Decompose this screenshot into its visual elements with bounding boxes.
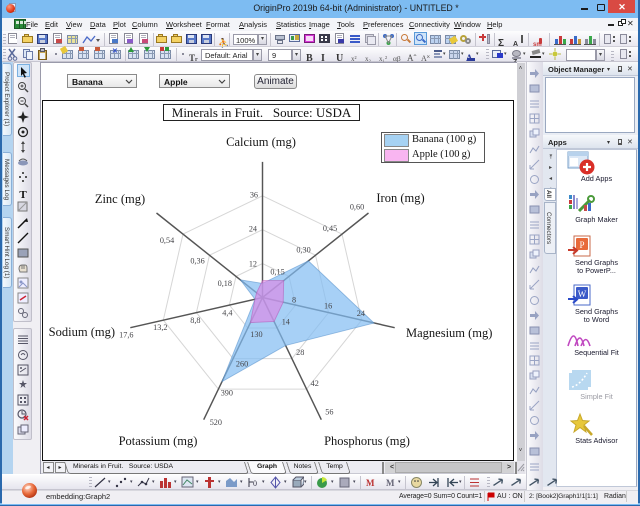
svg-text:0,60: 0,60 xyxy=(350,203,364,212)
svg-text:12: 12 xyxy=(249,259,257,268)
svg-text:Magnesium (mg): Magnesium (mg) xyxy=(406,326,492,340)
svg-text:8,8: 8,8 xyxy=(190,316,200,325)
svg-text:Phosphorus (mg): Phosphorus (mg) xyxy=(324,434,410,448)
svg-text:M: M xyxy=(386,478,395,488)
svg-text:Zinc (mg): Zinc (mg) xyxy=(95,192,145,206)
svg-text:0,45: 0,45 xyxy=(323,224,337,233)
svg-text:56: 56 xyxy=(325,408,333,417)
svg-text:0,54: 0,54 xyxy=(160,236,174,245)
svg-text:16: 16 xyxy=(324,302,332,311)
svg-text:8: 8 xyxy=(292,296,296,305)
svg-text:14: 14 xyxy=(282,318,290,327)
svg-text:0,15: 0,15 xyxy=(270,267,284,276)
svg-text:0,18: 0,18 xyxy=(218,279,232,288)
svg-text:Calcium (mg): Calcium (mg) xyxy=(226,135,296,149)
svg-text:520: 520 xyxy=(210,418,222,427)
svg-text:Iron (mg): Iron (mg) xyxy=(376,191,424,205)
svg-text:260: 260 xyxy=(236,359,248,368)
svg-text:W: W xyxy=(578,289,587,299)
svg-text:390: 390 xyxy=(221,389,233,398)
svg-text:4,4: 4,4 xyxy=(222,309,232,318)
svg-text:130: 130 xyxy=(250,330,262,339)
svg-text:17,6: 17,6 xyxy=(119,331,133,340)
svg-text:M: M xyxy=(366,478,375,488)
svg-text:P: P xyxy=(579,240,584,250)
svg-text:0,36: 0,36 xyxy=(190,257,204,266)
svg-text:0: 0 xyxy=(253,479,257,488)
svg-text:28: 28 xyxy=(296,348,304,357)
svg-text:42: 42 xyxy=(311,379,319,388)
svg-text:36: 36 xyxy=(250,190,258,199)
svg-text:0,30: 0,30 xyxy=(296,246,310,255)
svg-text:Sodium (mg): Sodium (mg) xyxy=(49,325,115,339)
svg-text:24: 24 xyxy=(357,309,365,318)
svg-text:24: 24 xyxy=(249,225,257,234)
svg-text:Potassium (mg): Potassium (mg) xyxy=(119,434,198,448)
svg-text:13,2: 13,2 xyxy=(153,323,167,332)
